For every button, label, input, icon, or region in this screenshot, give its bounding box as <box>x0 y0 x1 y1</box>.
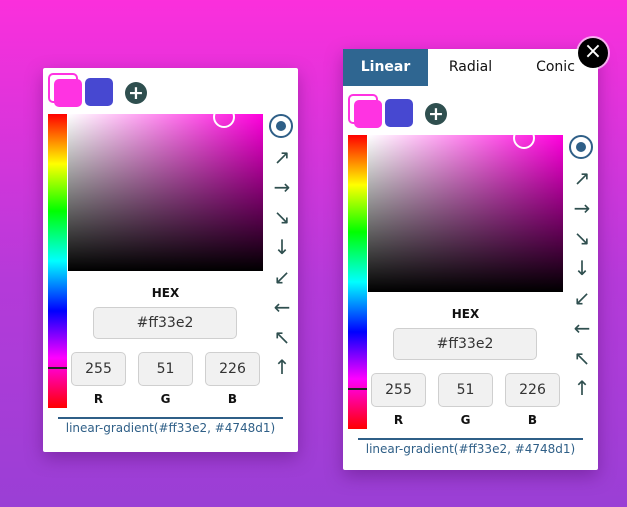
picker-content: + ↗ → ↘ ↓ ↙ ← ↖ ↑ HEX R G B linear-gradi… <box>343 89 598 470</box>
rotate-icon[interactable] <box>269 114 293 138</box>
divider <box>358 438 583 440</box>
plus-icon: + <box>428 103 444 125</box>
green-label: G <box>160 392 171 406</box>
add-color-stop-button[interactable]: + <box>425 103 447 125</box>
green-input[interactable] <box>438 373 493 407</box>
gradient-css-output: linear-gradient(#ff33e2, #4748d1) <box>365 442 576 456</box>
red-input[interactable] <box>371 373 426 407</box>
divider <box>58 417 283 419</box>
saturation-value-area[interactable] <box>368 127 563 292</box>
hue-slider-handle[interactable] <box>348 388 367 390</box>
blue-input[interactable] <box>505 373 560 407</box>
add-color-stop-button[interactable]: + <box>125 82 147 104</box>
blue-label: B <box>227 392 238 406</box>
plus-icon: + <box>128 82 144 104</box>
color-stop-1[interactable] <box>48 73 83 108</box>
arrow-down-right-icon[interactable]: ↘ <box>267 205 297 229</box>
picker-content: + ↗ → ↘ ↓ ↙ ← ↖ ↑ HEX R G B linear-gradi… <box>43 68 298 452</box>
arrow-down-left-icon[interactable]: ↙ <box>267 265 297 289</box>
close-button[interactable]: × <box>578 38 608 68</box>
arrow-left-icon[interactable]: ← <box>267 295 297 319</box>
arrow-left-icon[interactable]: ← <box>567 316 597 340</box>
red-label: R <box>93 392 104 406</box>
color-stop-1[interactable] <box>348 94 383 129</box>
red-input[interactable] <box>71 352 126 386</box>
gradient-type-tabs: Linear Radial Conic <box>343 49 598 86</box>
green-input[interactable] <box>138 352 193 386</box>
arrow-up-right-icon[interactable]: ↗ <box>567 166 597 190</box>
close-icon: × <box>583 39 603 64</box>
tab-radial[interactable]: Radial <box>428 49 513 86</box>
arrow-up-left-icon[interactable]: ↖ <box>567 346 597 370</box>
arrow-down-icon[interactable]: ↓ <box>567 256 597 280</box>
gradient-picker-panel-2: Linear Radial Conic + ↗ → ↘ ↓ ↙ ← ↖ ↑ HE… <box>343 49 598 470</box>
arrow-down-left-icon[interactable]: ↙ <box>567 286 597 310</box>
blue-label: B <box>527 413 538 427</box>
color-swatch-primary[interactable] <box>54 79 82 107</box>
arrow-right-icon[interactable]: → <box>567 196 597 220</box>
tab-linear[interactable]: Linear <box>343 49 428 86</box>
blue-input[interactable] <box>205 352 260 386</box>
hex-label: HEX <box>151 286 180 300</box>
hex-input[interactable] <box>93 307 237 339</box>
saturation-value-area[interactable] <box>68 106 263 271</box>
red-label: R <box>393 413 404 427</box>
hue-slider[interactable] <box>348 135 367 429</box>
color-swatch-secondary[interactable] <box>85 78 113 106</box>
saturation-value-cursor[interactable] <box>513 127 535 149</box>
color-swatch-primary[interactable] <box>354 100 382 128</box>
gradient-picker-panel-1: + ↗ → ↘ ↓ ↙ ← ↖ ↑ HEX R G B linear-gradi… <box>43 68 298 452</box>
arrow-right-icon[interactable]: → <box>267 175 297 199</box>
green-label: G <box>460 413 471 427</box>
arrow-up-left-icon[interactable]: ↖ <box>267 325 297 349</box>
arrow-up-icon[interactable]: ↑ <box>267 355 297 379</box>
arrow-down-right-icon[interactable]: ↘ <box>567 226 597 250</box>
saturation-value-cursor[interactable] <box>213 106 235 128</box>
arrow-down-icon[interactable]: ↓ <box>267 235 297 259</box>
color-swatch-secondary[interactable] <box>385 99 413 127</box>
hue-slider-handle[interactable] <box>48 367 67 369</box>
hex-input[interactable] <box>393 328 537 360</box>
hex-label: HEX <box>451 307 480 321</box>
arrow-up-icon[interactable]: ↑ <box>567 376 597 400</box>
rotate-icon[interactable] <box>569 135 593 159</box>
arrow-up-right-icon[interactable]: ↗ <box>267 145 297 169</box>
gradient-css-output: linear-gradient(#ff33e2, #4748d1) <box>65 421 276 435</box>
hue-slider[interactable] <box>48 114 67 408</box>
